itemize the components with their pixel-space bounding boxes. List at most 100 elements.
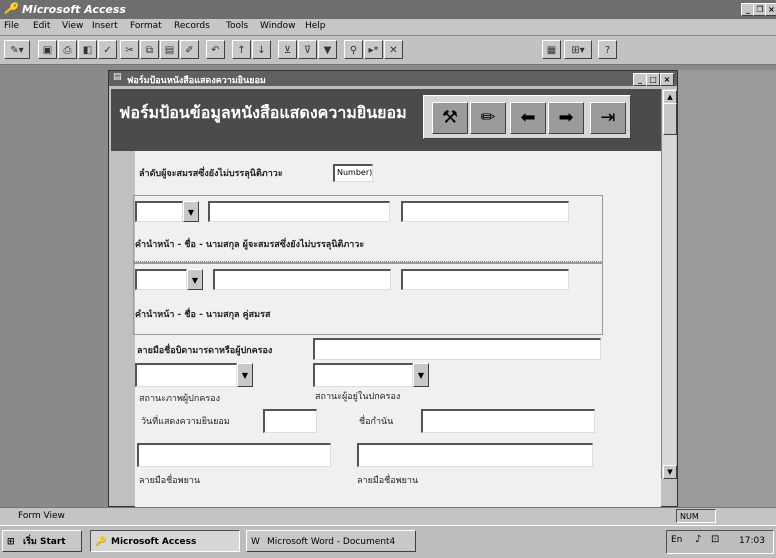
form-maximize-icon[interactable]: □ xyxy=(646,73,660,86)
form-detail-section: ลำดับผู้จะสมรสซึ่งยังไม่บรรลุนิติภาวะ Nu… xyxy=(133,151,661,511)
chevron-down-icon[interactable]: ▼ xyxy=(183,201,199,222)
seq-number-field[interactable]: Number) xyxy=(333,164,373,182)
task-access[interactable]: 🔑 Microsoft Access xyxy=(90,530,240,552)
spouse-firstname-field[interactable] xyxy=(213,269,391,290)
save-icon[interactable]: ▣ xyxy=(38,40,57,59)
print-preview-icon[interactable]: ◧ xyxy=(78,40,97,59)
form-window-title: ฟอร์มป้อนหนังสือแสดงความยินยอม xyxy=(127,76,266,86)
pencil-icon[interactable]: ✏ xyxy=(470,102,506,134)
find-icon[interactable]: ⚲ xyxy=(344,40,363,59)
custody-status-label: สถานะผู้อยู่ในปกครอง xyxy=(315,392,401,402)
form-title-bar: ▤ ฟอร์มป้อนหนังสือแสดงความยินยอม _ □ × xyxy=(109,71,677,86)
app-title-bar: 🔑 Microsoft Access _ ❐ × xyxy=(0,0,776,19)
tray-network-icon[interactable]: ⊡ xyxy=(711,534,719,545)
filter-selection-icon[interactable]: ⊻ xyxy=(278,40,297,59)
form-header-title: ฟอร์มป้อนข้อมูลหนังสือแสดงความยินยอม xyxy=(119,103,407,122)
custody-status-combo[interactable]: ▼ xyxy=(313,363,429,387)
chevron-down-icon[interactable]: ▼ xyxy=(187,269,203,290)
menu-tools[interactable]: Tools xyxy=(226,21,248,31)
guardian-status-combo[interactable]: ▼ xyxy=(135,363,253,387)
next-record-icon[interactable]: ➡ xyxy=(548,102,584,134)
scroll-thumb[interactable] xyxy=(663,103,677,135)
form-header: ฟอร์มป้อนข้อมูลหนังสือแสดงความยินยอม ⚒ ✏… xyxy=(111,89,661,151)
database-window-icon[interactable]: ▦ xyxy=(542,40,561,59)
tray-speaker-icon[interactable]: ♪ xyxy=(695,534,701,545)
format-painter-icon[interactable]: ✐ xyxy=(180,40,199,59)
consent-date-field[interactable] xyxy=(263,409,317,433)
guardian-status-label: สถานะภาพผู้ปกครอง xyxy=(139,394,220,404)
form-window: ▤ ฟอร์มป้อนหนังสือแสดงความยินยอม _ □ × ฟ… xyxy=(108,70,678,511)
new-record-icon[interactable]: ▸* xyxy=(364,40,383,59)
tools-wrench-icon[interactable]: ⚒ xyxy=(432,102,468,134)
guardian-signature-label: ลายมือชื่อบิดามารดาหรือผู้ปกครอง xyxy=(137,346,273,356)
view-icon[interactable]: ✎▾ xyxy=(4,40,30,59)
witness2-signature-field[interactable] xyxy=(357,443,593,467)
scroll-up-icon[interactable]: ▲ xyxy=(663,90,677,104)
custody-status-box[interactable] xyxy=(313,363,413,387)
menu-records[interactable]: Records xyxy=(174,21,210,31)
print-icon[interactable]: ⎙ xyxy=(58,40,77,59)
menu-file[interactable]: File xyxy=(4,21,19,31)
status-view-text: Form View xyxy=(18,511,65,521)
tray-icon-en[interactable]: En xyxy=(671,535,682,545)
paste-icon[interactable]: ▤ xyxy=(160,40,179,59)
person-firstname-field[interactable] xyxy=(208,201,390,222)
group-divider xyxy=(133,261,601,262)
task-word[interactable]: W Microsoft Word - Document4 xyxy=(246,530,416,552)
vertical-scrollbar[interactable]: ▲ ▼ xyxy=(661,89,677,479)
start-button[interactable]: ⊞ เริ่ม Start xyxy=(2,530,82,552)
previous-record-icon[interactable]: ⬅ xyxy=(510,102,546,134)
taskbar: ⊞ เริ่ม Start 🔑 Microsoft Access W Micro… xyxy=(0,525,776,558)
toolbar: ✎▾ ▣ ⎙ ◧ ✓ ✂ ⧉ ▤ ✐ ↶ ↑ ↓ ⊻ ⊽ ▼ ⚲ ▸* ✕ ▦ … xyxy=(0,36,776,65)
new-object-icon[interactable]: ⊞▾ xyxy=(564,40,592,59)
status-bar: Form View NUM xyxy=(0,507,776,526)
apply-filter-icon[interactable]: ▼ xyxy=(318,40,337,59)
status-num-indicator: NUM xyxy=(676,509,716,523)
delete-record-icon[interactable]: ✕ xyxy=(384,40,403,59)
help-icon[interactable]: ? xyxy=(598,40,617,59)
spelling-icon[interactable]: ✓ xyxy=(98,40,117,59)
cut-icon[interactable]: ✂ xyxy=(120,40,139,59)
menu-format[interactable]: Format xyxy=(130,21,162,31)
task-access-label: Microsoft Access xyxy=(111,537,197,547)
spouse-prefix-box[interactable] xyxy=(135,269,187,290)
menu-view[interactable]: View xyxy=(62,21,83,31)
sort-ascending-icon[interactable]: ↑ xyxy=(232,40,251,59)
witness1-signature-field[interactable] xyxy=(137,443,331,467)
guardian-status-box[interactable] xyxy=(135,363,237,387)
menu-help[interactable]: Help xyxy=(305,21,326,31)
task-word-label: Microsoft Word - Document4 xyxy=(267,537,396,547)
chevron-down-icon[interactable]: ▼ xyxy=(413,363,429,387)
access-key-icon: 🔑 xyxy=(95,537,107,547)
spouse-prefix-combo[interactable]: ▼ xyxy=(135,269,203,290)
guardian-signature-field[interactable] xyxy=(313,338,601,360)
person-prefix-box[interactable] xyxy=(135,201,183,222)
word-doc-icon: W xyxy=(251,537,260,547)
menu-window[interactable]: Window xyxy=(260,21,296,31)
spouse-lastname-field[interactable] xyxy=(401,269,569,290)
exit-door-icon[interactable]: ⇥ xyxy=(590,102,626,134)
form-minimize-icon[interactable]: _ xyxy=(633,73,647,86)
undo-icon[interactable]: ↶ xyxy=(206,40,225,59)
chevron-down-icon[interactable]: ▼ xyxy=(237,363,253,387)
place-field[interactable] xyxy=(421,409,595,433)
windows-logo-icon: ⊞ xyxy=(7,537,15,547)
form-close-icon[interactable]: × xyxy=(660,73,674,86)
copy-icon[interactable]: ⧉ xyxy=(140,40,159,59)
form-button-group: ⚒ ✏ ⬅ ➡ ⇥ xyxy=(423,95,631,139)
menu-bar: File Edit View Insert Format Records Too… xyxy=(0,19,776,36)
person-lastname-field[interactable] xyxy=(401,201,569,222)
menu-edit[interactable]: Edit xyxy=(33,21,50,31)
background-window xyxy=(678,70,776,507)
app-title: Microsoft Access xyxy=(22,3,126,16)
system-tray: En ♪ ⊡ 17:03 xyxy=(666,530,774,554)
menu-insert[interactable]: Insert xyxy=(92,21,118,31)
person-prefix-combo[interactable]: ▼ xyxy=(135,201,199,222)
filter-form-icon[interactable]: ⊽ xyxy=(298,40,317,59)
form-icon: ▤ xyxy=(113,72,122,82)
witness1-label: ลายมือชื่อพยาน xyxy=(139,476,201,486)
close-icon[interactable]: × xyxy=(765,3,776,16)
witness2-label: ลายมือชื่อพยาน xyxy=(357,476,419,486)
sort-descending-icon[interactable]: ↓ xyxy=(252,40,271,59)
scroll-down-icon[interactable]: ▼ xyxy=(663,465,677,479)
